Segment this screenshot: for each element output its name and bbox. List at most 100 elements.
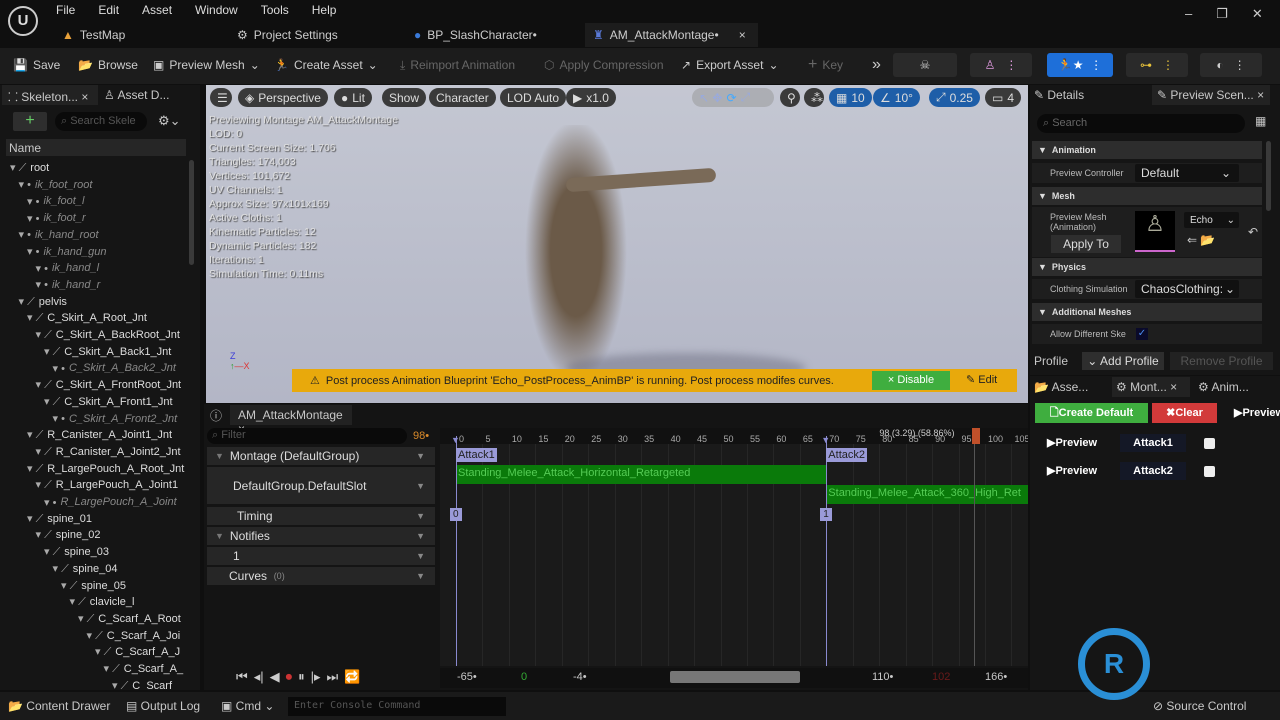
- disable-button[interactable]: × Disable: [872, 371, 950, 390]
- apply-to-button[interactable]: Apply To: [1051, 235, 1121, 253]
- details-search-input[interactable]: ⌕ Search: [1037, 114, 1245, 133]
- jump-end-icon[interactable]: ⏭: [327, 669, 339, 685]
- tab-testmap[interactable]: ▲ TestMap: [62, 24, 125, 46]
- apply-compression-button[interactable]: ⬡ Apply Compression: [544, 55, 664, 75]
- browse-button[interactable]: 📂 Browse: [78, 55, 138, 75]
- anim-segment[interactable]: Standing_Melee_Attack_Horizontal_Retarge…: [456, 465, 827, 484]
- preview-mesh-button[interactable]: ▣ Preview Mesh ⌄: [153, 55, 260, 75]
- menu-tools[interactable]: Tools: [261, 3, 289, 17]
- tab-montage[interactable]: AM_AttackMontage ×: [230, 405, 352, 436]
- bone-row[interactable]: ▾ ⟋ spine_04: [0, 561, 186, 577]
- tab-preview-scene[interactable]: ✎ Preview Scen... ×: [1152, 85, 1270, 105]
- restore-icon[interactable]: ❐: [1216, 6, 1228, 22]
- tab-skeleton-tree[interactable]: ⸬ Skeleton... ×: [2, 85, 98, 105]
- timeline-scrollbar[interactable]: [670, 671, 800, 683]
- loop-icon[interactable]: 🔁: [344, 669, 360, 685]
- lit-button[interactable]: ● Lit: [334, 88, 372, 107]
- tab-bp-slash-character[interactable]: ● BP_SlashCharacter•: [414, 24, 537, 46]
- section-index[interactable]: 0: [450, 508, 462, 521]
- track-notify-1[interactable]: 1 ▼: [207, 547, 435, 565]
- section-animation[interactable]: ▼ Animation: [1032, 141, 1262, 159]
- bone-row[interactable]: ▾ ⟋ R_Canister_A_Joint1_Jnt: [0, 427, 186, 443]
- show-button[interactable]: Show: [382, 88, 427, 107]
- tab-asset-browser[interactable]: 📂 Asse...: [1034, 380, 1088, 394]
- camera-speed-button[interactable]: ▭ 4: [985, 88, 1022, 107]
- bone-row[interactable]: ▾ ⟋ spine_02: [0, 527, 186, 543]
- mesh-thumbnail[interactable]: ♙: [1135, 211, 1175, 252]
- more-toolbar-icon[interactable]: »: [872, 55, 881, 75]
- minimize-icon[interactable]: –: [1185, 6, 1192, 22]
- section-physics[interactable]: ▼ Physics: [1032, 258, 1262, 276]
- bone-row[interactable]: ▾ • C_Skirt_A_Front2_Jnt: [0, 411, 186, 427]
- menu-edit[interactable]: Edit: [98, 3, 119, 17]
- details-scrollbar[interactable]: [1266, 141, 1271, 211]
- tab-project-settings[interactable]: ⚙ Project Settings: [237, 24, 338, 46]
- tree-scrollbar[interactable]: [189, 160, 194, 265]
- preview-all-button[interactable]: ▶Preview: [1234, 406, 1280, 419]
- bone-row[interactable]: ▾ • C_Skirt_A_Back2_Jnt: [0, 360, 186, 376]
- bone-row[interactable]: ▾ ⟋ C_Scarf_A_Root: [0, 611, 186, 627]
- bone-row[interactable]: ▾ ⟋ C_Scarf_A_: [0, 661, 186, 677]
- playhead-handle[interactable]: [972, 428, 981, 444]
- transform-tools[interactable]: ↖ ✥ ⟳ ⤢: [692, 88, 774, 107]
- mesh-mode-button[interactable]: ♙ ⋮: [970, 53, 1032, 77]
- add-bone-button[interactable]: +: [13, 112, 47, 131]
- bone-row[interactable]: ▾ • ik_hand_r: [0, 277, 186, 293]
- section-index[interactable]: 1: [820, 508, 832, 521]
- tab-anim-slot[interactable]: ⚙ Anim...: [1198, 380, 1249, 394]
- playback-speed-button[interactable]: ▶ x1.0: [566, 88, 616, 107]
- angle-snap-button[interactable]: ∠ 10°: [873, 88, 920, 107]
- bone-row[interactable]: ▾ ⟋ root: [0, 160, 186, 176]
- play-reverse-icon[interactable]: ◀: [270, 669, 280, 685]
- bone-row[interactable]: ▾ ⟋ C_Skirt_A_Back1_Jnt: [0, 344, 186, 360]
- bone-row[interactable]: ▾ • R_LargePouch_A_Joint: [0, 494, 186, 510]
- bone-row[interactable]: ▾ ⟋ spine_03: [0, 544, 186, 560]
- tab-montage-sections[interactable]: ⚙ Mont... ×: [1112, 377, 1190, 397]
- lod-button[interactable]: LOD Auto: [500, 88, 567, 107]
- section-name-button[interactable]: Attack1: [1120, 434, 1186, 452]
- playhead[interactable]: [974, 428, 976, 666]
- track-notifies[interactable]: ▼ Notifies ▼: [207, 527, 435, 545]
- create-asset-button[interactable]: 🏃 Create Asset ⌄: [274, 55, 378, 75]
- anim-segment[interactable]: Standing_Melee_Attack_360_High_Ret: [826, 485, 1028, 504]
- bone-row[interactable]: ▾ • ik_foot_l: [0, 193, 186, 209]
- clear-button[interactable]: ✖Clear: [1152, 403, 1217, 423]
- grid-snap-button[interactable]: ▦ 10: [829, 88, 872, 107]
- bone-row[interactable]: ▾ • ik_hand_root: [0, 227, 186, 243]
- character-button[interactable]: Character: [429, 88, 496, 107]
- menu-window[interactable]: Window: [195, 3, 238, 17]
- section-label[interactable]: Attack2: [826, 448, 867, 462]
- bone-row[interactable]: ▾ ⟋ R_Canister_A_Joint2_Jnt: [0, 444, 186, 460]
- track-default-slot[interactable]: DefaultGroup.DefaultSlot ▼: [207, 467, 435, 504]
- bone-row[interactable]: ▾ • ik_foot_root: [0, 177, 186, 193]
- bone-row[interactable]: ▾ ⟋ C_Skirt_A_FrontRoot_Jnt: [0, 377, 186, 393]
- surface-snap-icon[interactable]: ⁂: [804, 88, 824, 107]
- bone-row[interactable]: ▾ ⟋ pelvis: [0, 294, 186, 310]
- save-button[interactable]: 💾 Save: [13, 55, 60, 75]
- allow-different-checkbox[interactable]: ✓: [1136, 328, 1148, 340]
- preview-controller-select[interactable]: Default ⌄: [1135, 164, 1239, 182]
- step-back-icon[interactable]: ◂|: [254, 669, 264, 685]
- tab-asset-details[interactable]: ♙ Asset D...: [104, 88, 169, 102]
- track-timing[interactable]: Timing ▼: [207, 507, 435, 525]
- clothing-simulation-select[interactable]: ChaosClothing: ⌄: [1135, 280, 1239, 298]
- section-checkbox[interactable]: [1204, 438, 1215, 449]
- reimport-animation-button[interactable]: ⤓ Reimport Animation: [400, 55, 515, 75]
- output-log-button[interactable]: ▤ Output Log: [126, 699, 200, 713]
- track-curves[interactable]: Curves (0) ▼: [207, 567, 435, 585]
- menu-help[interactable]: Help: [312, 3, 337, 17]
- browse-icon[interactable]: 📂: [1200, 233, 1215, 247]
- preview-section-button[interactable]: ▶Preview: [1047, 464, 1097, 477]
- perspective-button[interactable]: ◈ Perspective: [238, 88, 328, 107]
- section-checkbox[interactable]: [1204, 466, 1215, 477]
- menu-asset[interactable]: Asset: [142, 3, 172, 17]
- section-marker-icon[interactable]: ▼: [821, 435, 830, 445]
- bone-row[interactable]: ▾ ⟋ C_Skirt_A_Root_Jnt: [0, 310, 186, 326]
- scale-snap-button[interactable]: ⤢ 0.25: [929, 88, 980, 107]
- menu-file[interactable]: File: [56, 3, 75, 17]
- tab-am-attack-montage[interactable]: ♜ AM_AttackMontage• ×: [585, 23, 758, 47]
- bone-row[interactable]: ▾ ⟋ R_LargePouch_A_Joint1: [0, 477, 186, 493]
- section-label[interactable]: Attack1: [456, 448, 497, 462]
- local-space-icon[interactable]: ⚲: [780, 88, 800, 107]
- jump-start-icon[interactable]: ⏮: [236, 669, 248, 685]
